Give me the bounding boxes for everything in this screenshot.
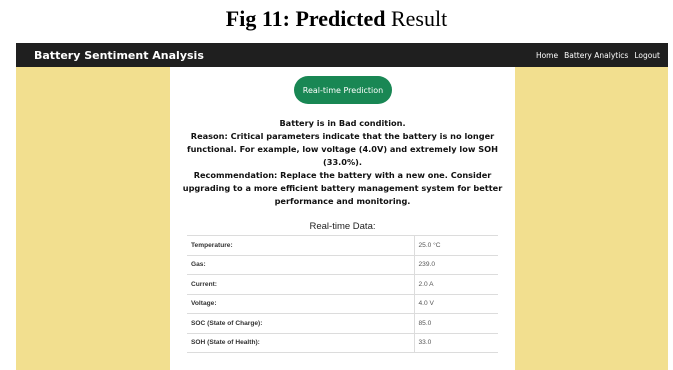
- table-row: SOC (State of Charge): 85.0: [187, 313, 498, 333]
- result-status: Battery is in Bad condition.: [279, 118, 406, 128]
- realtime-prediction-button[interactable]: Real-time Prediction: [294, 76, 392, 104]
- row-label-soh: SOH (State of Health):: [187, 332, 415, 353]
- table-row: Temperature: 25.0 °C: [187, 235, 498, 255]
- brand-title[interactable]: Battery Sentiment Analysis: [34, 49, 204, 62]
- row-label-soc: SOC (State of Charge):: [187, 313, 415, 333]
- app-window: Battery Sentiment Analysis Home Battery …: [16, 43, 668, 370]
- nav-links: Home Battery Analytics Logout: [536, 51, 660, 60]
- realtime-data-title: Real-time Data:: [309, 221, 376, 232]
- figure-caption: Fig 11: Predicted Result: [0, 6, 673, 32]
- row-value-current: 2.0 A: [414, 274, 498, 294]
- row-value-voltage: 4.0 V: [414, 293, 498, 314]
- result-recommendation: Recommendation: Replace the battery with…: [182, 170, 503, 206]
- row-value-soh: 33.0: [414, 332, 498, 353]
- table-row: Voltage: 4.0 V: [187, 293, 498, 314]
- table-row: Current: 2.0 A: [187, 274, 498, 294]
- row-value-soc: 85.0: [414, 313, 498, 333]
- main-panel: Real-time Prediction Battery is in Bad c…: [170, 67, 515, 370]
- table-row: Gas: 239.0: [187, 254, 498, 275]
- table-row: SOH (State of Health): 33.0: [187, 332, 498, 353]
- row-label-voltage: Voltage:: [187, 293, 415, 314]
- nav-link-home[interactable]: Home: [536, 51, 558, 60]
- row-label-temperature: Temperature:: [187, 235, 415, 255]
- row-label-gas: Gas:: [187, 254, 415, 275]
- nav-link-logout[interactable]: Logout: [634, 51, 660, 60]
- realtime-data-table: Temperature: 25.0 °C Gas: 239.0 Current:…: [187, 235, 498, 353]
- row-label-current: Current:: [187, 274, 415, 294]
- navbar: Battery Sentiment Analysis Home Battery …: [16, 43, 668, 67]
- row-value-gas: 239.0: [414, 254, 498, 275]
- result-reason: Reason: Critical parameters indicate tha…: [187, 131, 498, 167]
- caption-suffix: Result: [385, 6, 448, 31]
- row-value-temperature: 25.0 °C: [414, 235, 498, 255]
- prediction-result: Battery is in Bad condition. Reason: Cri…: [180, 117, 505, 208]
- caption-prefix: Fig 11: Predicted: [225, 6, 386, 31]
- nav-link-battery-analytics[interactable]: Battery Analytics: [564, 51, 628, 60]
